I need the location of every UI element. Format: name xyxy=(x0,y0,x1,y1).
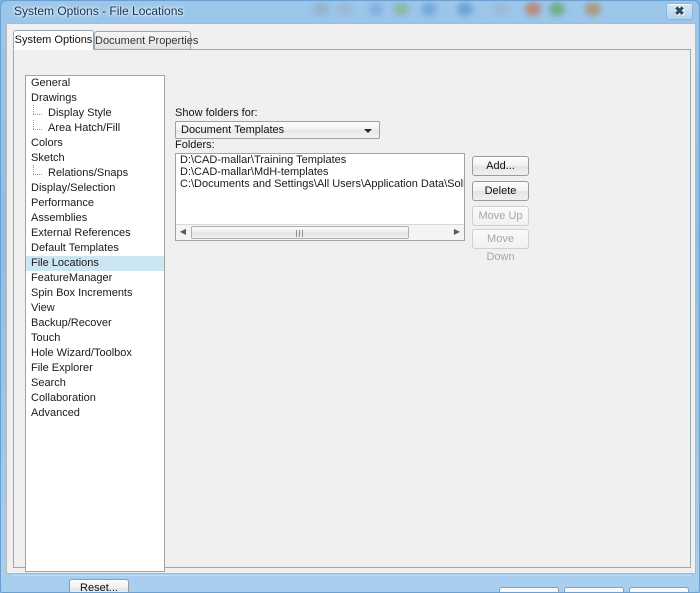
tree-item-label: Drawings xyxy=(31,92,77,104)
tree-item-assemblies[interactable]: Assemblies xyxy=(26,211,164,226)
tree-item-label: External References xyxy=(31,227,131,239)
tab-underline xyxy=(13,49,691,50)
title-bar[interactable]: System Options - File Locations ✖ xyxy=(1,1,699,23)
delete-folder-button[interactable]: Delete xyxy=(472,181,529,201)
tree-item-view[interactable]: View xyxy=(26,301,164,316)
tab-system-options[interactable]: System Options xyxy=(13,30,94,50)
tree-item-file-locations[interactable]: File Locations xyxy=(26,256,164,271)
options-category-tree[interactable]: General Drawings Display Style Area Hatch/F… xyxy=(25,75,165,572)
folder-list-item[interactable]: D:\CAD-mallar\Training Templates xyxy=(176,154,464,166)
folder-list-item[interactable]: C:\Documents and Settings\All Users\Appl… xyxy=(176,178,464,190)
tree-item-label: Assemblies xyxy=(31,212,88,224)
tree-item-label: Colors xyxy=(31,137,63,149)
scroll-right-icon[interactable]: ▶ xyxy=(450,225,464,239)
folders-label: Folders: xyxy=(175,139,215,151)
tree-item-drawings[interactable]: Drawings xyxy=(26,91,164,106)
tree-item-label: Sketch xyxy=(31,152,65,164)
tree-item-label: View xyxy=(31,302,55,314)
tree-item-sketch[interactable]: Sketch xyxy=(26,151,164,166)
tree-item-label: Display Style xyxy=(48,107,112,119)
tree-item-hole-wizard-toolbox[interactable]: Hole Wizard/Toolbox xyxy=(26,346,164,361)
tree-item-display-selection[interactable]: Display/Selection xyxy=(26,181,164,196)
options-panel: General Drawings Display Style Area Hatch/F… xyxy=(13,49,691,592)
tree-item-label: File Explorer xyxy=(31,362,93,374)
help-button[interactable]: Help xyxy=(629,587,689,592)
footer-divider xyxy=(13,575,691,576)
tree-item-collaboration[interactable]: Collaboration xyxy=(26,391,164,406)
tree-connector-icon xyxy=(33,165,46,181)
tree-item-label: Advanced xyxy=(31,407,80,419)
tab-document-properties[interactable]: Document Properties xyxy=(94,31,198,50)
tree-item-label: Touch xyxy=(31,332,61,344)
tree-item-area-hatch-fill[interactable]: Area Hatch/Fill xyxy=(26,120,164,136)
tree-item-label: Display/Selection xyxy=(31,182,116,194)
tree-item-file-explorer[interactable]: File Explorer xyxy=(26,361,164,376)
tab-system-options-label: System Options xyxy=(14,34,93,46)
dialog-client-area: System Options Document Properties Gener… xyxy=(6,23,696,592)
system-options-dialog: System Options - File Locations ✖ System… xyxy=(0,0,700,593)
tree-item-backup-recover[interactable]: Backup/Recover xyxy=(26,316,164,331)
tree-item-label: FeatureManager xyxy=(31,272,113,284)
show-folders-for-select[interactable]: Document Templates xyxy=(175,121,380,139)
folders-horizontal-scrollbar[interactable]: ◀ ▶ xyxy=(176,224,464,240)
window-title: System Options - File Locations xyxy=(14,4,184,18)
cancel-button[interactable]: Cancel xyxy=(564,587,624,592)
tree-item-general[interactable]: General xyxy=(26,76,164,91)
tree-item-spin-box-increments[interactable]: Spin Box Increments xyxy=(26,286,164,301)
tree-item-relations-snaps[interactable]: Relations/Snaps xyxy=(26,165,164,181)
tree-item-label: Hole Wizard/Toolbox xyxy=(31,347,132,359)
scroll-right-glyph: ▶ xyxy=(453,227,461,236)
scrollbar-grip-icon xyxy=(296,230,304,237)
tree-connector-icon xyxy=(33,105,46,121)
tree-item-label: Collaboration xyxy=(31,392,96,404)
add-folder-button[interactable]: Add... xyxy=(472,156,529,176)
tree-item-label: General xyxy=(31,77,71,89)
tree-item-label: Default Templates xyxy=(31,242,119,254)
tree-item-label: Spin Box Increments xyxy=(31,287,133,299)
folders-listbox[interactable]: D:\CAD-mallar\Training Templates D:\CAD-m… xyxy=(175,153,465,241)
tree-item-label: Performance xyxy=(31,197,94,209)
scroll-left-glyph: ◀ xyxy=(179,227,187,236)
move-down-button[interactable]: Move Down xyxy=(472,229,529,263)
tree-item-label: File Locations xyxy=(31,257,99,269)
tree-connector-icon xyxy=(33,120,46,136)
reset-button[interactable]: Reset... xyxy=(69,579,129,592)
tree-item-display-style[interactable]: Display Style xyxy=(26,105,164,121)
tab-document-properties-label: Document Properties xyxy=(95,35,199,47)
tree-item-featuremanager[interactable]: FeatureManager xyxy=(26,271,164,286)
tree-item-label: Area Hatch/Fill xyxy=(48,122,121,134)
close-icon[interactable]: ✖ xyxy=(666,3,693,20)
close-glyph: ✖ xyxy=(674,4,685,18)
tree-item-touch[interactable]: Touch xyxy=(26,331,164,346)
folder-list-item[interactable]: D:\CAD-mallar\MdH-templates xyxy=(176,166,464,178)
show-folders-for-value: Document Templates xyxy=(181,124,285,136)
tree-item-advanced[interactable]: Advanced xyxy=(26,406,164,421)
scroll-left-icon[interactable]: ◀ xyxy=(176,225,190,239)
tree-item-external-references[interactable]: External References xyxy=(26,226,164,241)
scrollbar-thumb[interactable] xyxy=(191,226,409,239)
tree-item-label: Backup/Recover xyxy=(31,317,112,329)
tree-item-label: Search xyxy=(31,377,66,389)
tree-item-performance[interactable]: Performance xyxy=(26,196,164,211)
tab-strip: System Options Document Properties xyxy=(13,30,691,50)
tree-item-label: Relations/Snaps xyxy=(48,167,129,179)
move-up-button[interactable]: Move Up xyxy=(472,206,529,226)
ok-button[interactable]: OK xyxy=(499,587,559,592)
tree-item-colors[interactable]: Colors xyxy=(26,136,164,151)
tree-item-default-templates[interactable]: Default Templates xyxy=(26,241,164,256)
show-folders-label: Show folders for: xyxy=(175,107,258,119)
chevron-down-icon xyxy=(364,129,372,133)
folders-list: D:\CAD-mallar\Training Templates D:\CAD-m… xyxy=(176,154,464,190)
tree-item-search[interactable]: Search xyxy=(26,376,164,391)
